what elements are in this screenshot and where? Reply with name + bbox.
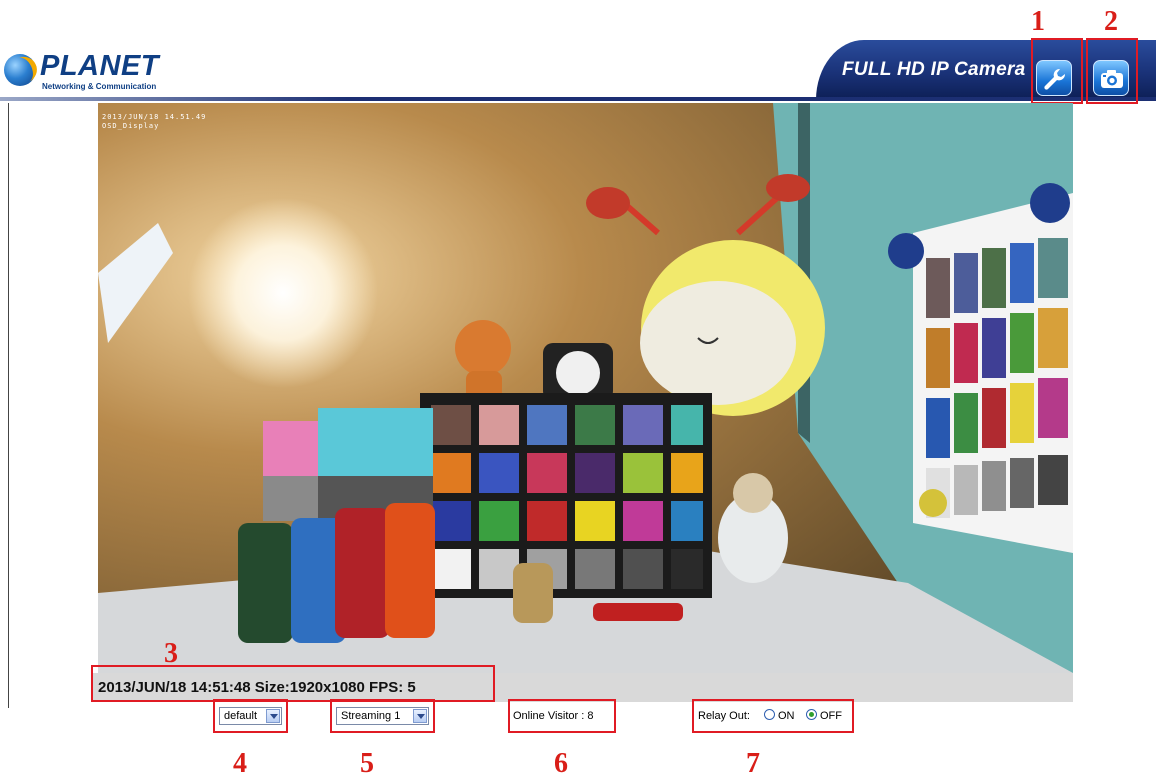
page-left-border bbox=[8, 103, 9, 708]
planet-logo: PLANET Networking & Communication bbox=[4, 50, 159, 92]
product-title: FULL HD IP Camera bbox=[842, 59, 1026, 80]
callout-number-4: 4 bbox=[233, 748, 247, 779]
osd-overlay: 2013/JUN/18 14.51.49 OSD_Display bbox=[102, 113, 206, 131]
callout-box-5 bbox=[330, 699, 435, 733]
camera-feed-image bbox=[98, 103, 1073, 673]
callout-box-6 bbox=[508, 699, 616, 733]
callout-box-3 bbox=[91, 665, 495, 702]
callout-number-7: 7 bbox=[746, 748, 760, 779]
callout-number-2: 2 bbox=[1104, 6, 1118, 37]
callout-box-7 bbox=[692, 699, 854, 733]
logo-tagline: Networking & Communication bbox=[42, 82, 157, 91]
callout-box-1 bbox=[1031, 38, 1083, 104]
logo-text: PLANET bbox=[40, 50, 159, 82]
callout-number-6: 6 bbox=[554, 748, 568, 779]
callout-box-2 bbox=[1086, 38, 1138, 104]
callout-number-5: 5 bbox=[360, 748, 374, 779]
callout-box-4 bbox=[213, 699, 288, 733]
callout-number-1: 1 bbox=[1031, 6, 1045, 37]
header-divider bbox=[0, 97, 1156, 101]
header: PLANET Networking & Communication FULL H… bbox=[0, 0, 1156, 104]
osd-display-label: OSD_Display bbox=[102, 122, 160, 130]
live-video-view[interactable]: 2013/JUN/18 14.51.49 OSD_Display bbox=[98, 103, 1073, 673]
globe-icon bbox=[4, 54, 36, 86]
osd-timestamp: 2013/JUN/18 14.51.49 bbox=[102, 113, 207, 121]
callout-number-3: 3 bbox=[164, 638, 178, 669]
